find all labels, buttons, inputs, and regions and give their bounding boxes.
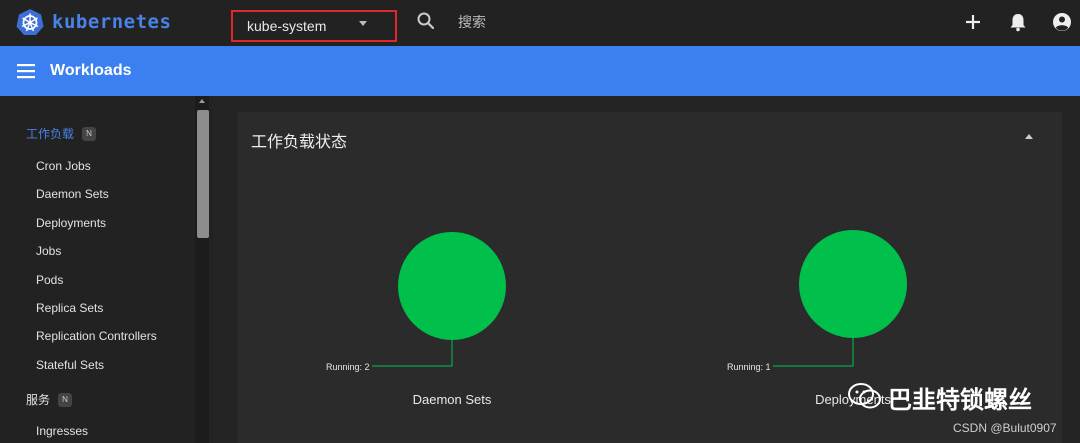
bell-icon[interactable] (1007, 11, 1029, 33)
kubernetes-wheel-icon (16, 9, 44, 35)
search-input[interactable] (450, 8, 910, 38)
csdn-watermark: CSDN @Bulut0907 (953, 421, 1057, 435)
sidebar-item-deployments[interactable]: Deployments (36, 216, 106, 230)
top-bar: kubernetes kube-system (0, 0, 1080, 46)
pie-legend-label: Running: 2 (326, 362, 370, 372)
account-icon[interactable] (1051, 11, 1073, 33)
kubernetes-logo[interactable]: kubernetes (16, 8, 171, 36)
new-badge: N (58, 392, 73, 407)
sidebar-item-cron-jobs[interactable]: Cron Jobs (36, 159, 91, 173)
page-title: Workloads (50, 62, 132, 79)
pie-legend-label: Running: 1 (727, 362, 771, 372)
scrollbar-thumb[interactable] (197, 110, 209, 238)
chart-deployments: Running: 1 Deployments (727, 230, 907, 407)
watermark-text: 巴韭特锁螺丝 (888, 386, 1032, 414)
sidebar-section-workloads[interactable]: 工作负载 N (26, 125, 97, 142)
new-badge: N (82, 126, 97, 141)
hamburger-menu-icon[interactable] (16, 61, 36, 81)
sidebar-item-pods[interactable]: Pods (36, 273, 63, 287)
sidebar-item-replication-controllers[interactable]: Replication Controllers (36, 329, 157, 343)
sidebar: 工作负载 N Cron Jobs Daemon Sets Deployments… (0, 96, 213, 443)
sidebar-item-replica-sets[interactable]: Replica Sets (36, 301, 103, 315)
chart-title: Daemon Sets (413, 392, 492, 407)
sidebar-section-label: 服务 (26, 393, 51, 407)
chart-daemon-sets: Running: 2 Daemon Sets (326, 232, 506, 407)
sidebar-section-label: 工作负载 (26, 127, 75, 141)
caret-down-icon (359, 21, 367, 26)
pie-running-deployments[interactable] (799, 230, 907, 338)
pie-leader-line (372, 340, 453, 367)
sidebar-item-daemon-sets[interactable]: Daemon Sets (36, 187, 109, 201)
scroll-up-icon[interactable] (199, 99, 205, 103)
page-header: Workloads (0, 46, 1080, 96)
pie-leader-line (773, 338, 854, 367)
sidebar-item-jobs[interactable]: Jobs (36, 244, 61, 258)
sidebar-item-ingresses[interactable]: Ingresses (36, 424, 88, 438)
search-icon[interactable] (416, 11, 436, 31)
wechat-icon (848, 383, 881, 409)
sidebar-section-services[interactable]: 服务 N (26, 391, 73, 408)
namespace-select[interactable]: kube-system (231, 10, 397, 42)
plus-icon[interactable] (962, 11, 984, 33)
pie-running-daemon-sets[interactable] (398, 232, 506, 340)
logo-text: kubernetes (52, 11, 172, 33)
namespace-value: kube-system (247, 18, 327, 34)
sidebar-item-stateful-sets[interactable]: Stateful Sets (36, 358, 104, 372)
